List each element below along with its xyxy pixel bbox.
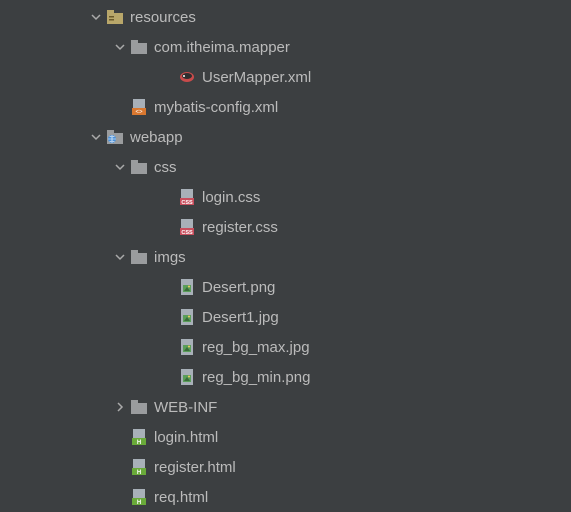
- svg-text:<>: <>: [135, 110, 143, 116]
- svg-text:CSS: CSS: [181, 230, 193, 235]
- tree-file-logincss[interactable]: CSS login.css: [0, 182, 571, 212]
- css-file-icon: CSS: [178, 188, 196, 206]
- web-folder-icon: [106, 128, 124, 146]
- folder-icon: [130, 248, 148, 266]
- folder-icon: [130, 158, 148, 176]
- image-file-icon: [178, 338, 196, 356]
- tree-label: resources: [130, 9, 196, 26]
- svg-text:CSS: CSS: [181, 200, 193, 205]
- mybatis-file-icon: [178, 68, 196, 86]
- tree-file-regbgmax[interactable]: reg_bg_max.jpg: [0, 332, 571, 362]
- chevron-down-icon[interactable]: [112, 249, 128, 265]
- tree-file-reqhtml[interactable]: H req.html: [0, 482, 571, 512]
- tree-label: register.css: [202, 219, 278, 236]
- image-file-icon: [178, 278, 196, 296]
- tree-label: reg_bg_max.jpg: [202, 339, 310, 356]
- chevron-down-icon[interactable]: [112, 159, 128, 175]
- html-file-icon: H: [130, 428, 148, 446]
- css-file-icon: CSS: [178, 218, 196, 236]
- tree-label: com.itheima.mapper: [154, 39, 290, 56]
- tree-folder-webapp[interactable]: webapp: [0, 122, 571, 152]
- tree-label: mybatis-config.xml: [154, 99, 278, 116]
- html-file-icon: H: [130, 488, 148, 506]
- folder-icon: [130, 38, 148, 56]
- svg-text:H: H: [137, 500, 141, 505]
- tree-label: imgs: [154, 249, 186, 266]
- tree-file-usermapper[interactable]: UserMapper.xml: [0, 62, 571, 92]
- tree-file-mybatisconfig[interactable]: <> mybatis-config.xml: [0, 92, 571, 122]
- tree-label: UserMapper.xml: [202, 69, 311, 86]
- image-file-icon: [178, 308, 196, 326]
- tree-label: register.html: [154, 459, 236, 476]
- tree-label: reg_bg_min.png: [202, 369, 310, 386]
- svg-text:H: H: [137, 440, 141, 445]
- tree-file-registercss[interactable]: CSS register.css: [0, 212, 571, 242]
- chevron-down-icon[interactable]: [88, 9, 104, 25]
- tree-label: css: [154, 159, 177, 176]
- tree-folder-css[interactable]: css: [0, 152, 571, 182]
- tree-file-regbgmin[interactable]: reg_bg_min.png: [0, 362, 571, 392]
- resources-folder-icon: [106, 8, 124, 26]
- tree-label: login.css: [202, 189, 260, 206]
- tree-file-desert[interactable]: Desert.png: [0, 272, 571, 302]
- tree-file-desert1[interactable]: Desert1.jpg: [0, 302, 571, 332]
- tree-label: webapp: [130, 129, 183, 146]
- chevron-down-icon[interactable]: [88, 129, 104, 145]
- tree-folder-resources[interactable]: resources: [0, 2, 571, 32]
- tree-label: WEB-INF: [154, 399, 217, 416]
- tree-file-loginhtml[interactable]: H login.html: [0, 422, 571, 452]
- folder-icon: [130, 398, 148, 416]
- tree-folder-mapper[interactable]: com.itheima.mapper: [0, 32, 571, 62]
- svg-text:H: H: [137, 470, 141, 475]
- chevron-down-icon[interactable]: [112, 39, 128, 55]
- tree-file-registerhtml[interactable]: H register.html: [0, 452, 571, 482]
- html-file-icon: H: [130, 458, 148, 476]
- tree-label: req.html: [154, 489, 208, 506]
- tree-folder-webinf[interactable]: WEB-INF: [0, 392, 571, 422]
- tree-label: Desert1.jpg: [202, 309, 279, 326]
- tree-label: Desert.png: [202, 279, 275, 296]
- chevron-right-icon[interactable]: [112, 399, 128, 415]
- tree-label: login.html: [154, 429, 218, 446]
- image-file-icon: [178, 368, 196, 386]
- xml-file-icon: <>: [130, 98, 148, 116]
- tree-folder-imgs[interactable]: imgs: [0, 242, 571, 272]
